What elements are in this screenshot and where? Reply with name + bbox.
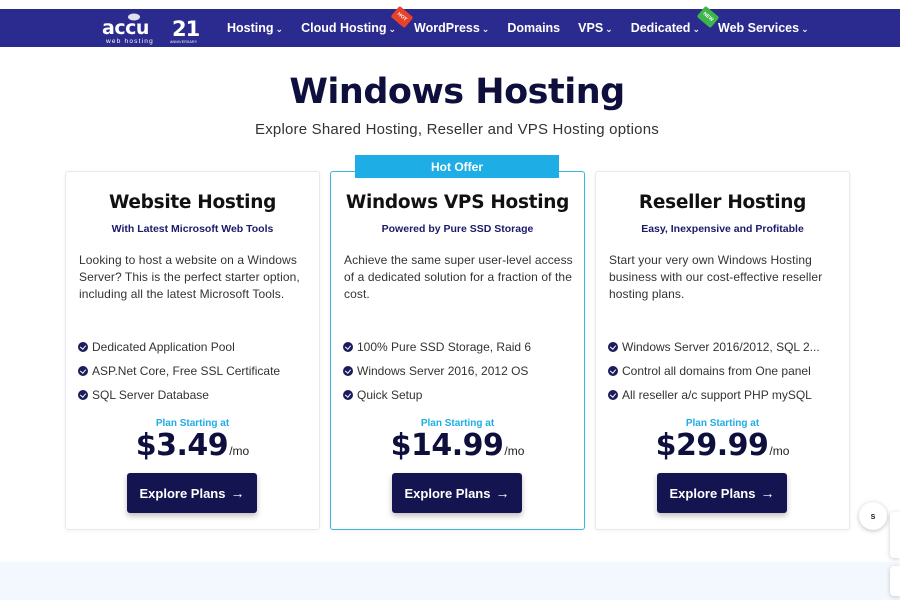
price: $14.99 — [390, 428, 504, 463]
plan-card-reseller-hosting: Reseller Hosting Easy, Inexpensive and P… — [595, 171, 850, 530]
explore-plans-button[interactable]: Explore Plans → — [657, 473, 787, 513]
nav-item-label: Cloud Hosting — [301, 21, 387, 35]
feature-item: Windows Server 2016/2012, SQL 2... — [608, 335, 846, 359]
side-widget-tab[interactable] — [890, 566, 900, 596]
logo-anniversary-text: ANNIVERSARY — [170, 40, 198, 44]
feature-list: Windows Server 2016/2012, SQL 2... Contr… — [608, 335, 846, 407]
button-label: Explore Plans — [404, 485, 491, 501]
price-period: /mo — [504, 444, 525, 458]
arrow-right-icon: → — [760, 485, 775, 501]
feature-text: Control all domains from One panel — [622, 364, 811, 378]
nav-item-web-services[interactable]: Web Services ⌄ — [709, 9, 818, 47]
nav-menu: Hosting ⌄ Cloud Hosting ⌄ HOT WordPress ⌄ D… — [218, 5, 818, 47]
feature-item: Windows Server 2016, 2012 OS — [343, 359, 581, 383]
main-navbar: accu web hosting 21 ANNIVERSARY Hosting ⌄… — [0, 5, 900, 47]
button-label: Explore Plans — [139, 485, 226, 501]
nav-item-label: VPS — [578, 21, 604, 35]
check-circle-icon — [78, 390, 88, 400]
check-circle-icon — [608, 342, 618, 352]
chevron-down-icon: ⌄ — [605, 23, 613, 34]
top-strip — [0, 0, 900, 9]
card-title: Reseller Hosting — [638, 192, 807, 213]
chevron-down-icon: ⌄ — [801, 23, 809, 34]
feature-text: Windows Server 2016, 2012 OS — [357, 364, 529, 378]
nav-item-label: Hosting — [227, 21, 274, 35]
chevron-down-icon: ⌄ — [388, 23, 397, 34]
arrow-right-icon: → — [495, 485, 510, 501]
card-description: Start your very own Windows Hosting busi… — [609, 253, 823, 301]
chevron-down-icon: ⌄ — [692, 23, 700, 34]
chevron-down-icon: ⌄ — [481, 23, 490, 34]
plan-card-windows-vps-hosting: Windows VPS Hosting Powered by Pure SSD … — [330, 171, 585, 530]
feature-item: 100% Pure SSD Storage, Raid 6 — [343, 335, 581, 359]
explore-plans-button[interactable]: Explore Plans → — [127, 473, 257, 513]
feature-text: 100% Pure SSD Storage, Raid 6 — [357, 340, 532, 354]
price-period: /mo — [769, 444, 790, 458]
page-title: Windows Hosting — [289, 72, 625, 112]
feature-item: SQL Server Database — [78, 383, 316, 407]
side-widget-tab[interactable] — [890, 512, 900, 558]
nav-item-hosting[interactable]: Hosting ⌄ — [218, 9, 292, 47]
card-description: Achieve the same super user-level access… — [344, 253, 573, 301]
next-section-band — [0, 562, 900, 600]
check-circle-icon — [78, 342, 88, 352]
nav-item-domains[interactable]: Domains — [498, 9, 569, 47]
nav-item-label: Web Services — [718, 21, 800, 35]
feature-text: Dedicated Application Pool — [92, 340, 235, 354]
feature-item: Dedicated Application Pool — [78, 335, 316, 359]
check-circle-icon — [343, 342, 353, 352]
price-row: $14.99/mo — [331, 428, 584, 463]
check-circle-icon — [78, 366, 88, 376]
nav-item-cloud-hosting[interactable]: Cloud Hosting ⌄ HOT — [292, 5, 414, 47]
feature-list: Dedicated Application Pool ASP.Net Core,… — [78, 335, 316, 407]
feature-text: Quick Setup — [357, 388, 423, 402]
nav-item-vps[interactable]: VPS ⌄ — [569, 9, 622, 47]
logo-tagline: web hosting — [105, 38, 154, 45]
check-circle-icon — [343, 390, 353, 400]
button-label: Explore Plans — [669, 485, 756, 501]
hot-offer-ribbon: Hot Offer — [355, 155, 559, 178]
feature-text: ASP.Net Core, Free SSL Certificate — [92, 364, 281, 378]
chevron-down-icon: ⌄ — [275, 23, 284, 34]
logo-wordmark: accu — [102, 17, 149, 39]
price-period: /mo — [229, 444, 250, 458]
price-row: $29.99/mo — [596, 428, 849, 463]
floating-action-button[interactable]: s — [859, 502, 887, 530]
explore-plans-button[interactable]: Explore Plans → — [392, 473, 522, 513]
card-tagline: With Latest Microsoft Web Tools — [111, 223, 274, 235]
nav-item-dedicated[interactable]: Dedicated ⌄ NEW — [622, 5, 720, 47]
feature-item: All reseller a/c support PHP mySQL — [608, 383, 846, 407]
nav-item-wordpress[interactable]: WordPress ⌄ — [405, 9, 498, 47]
card-description: Looking to host a website on a Windows S… — [79, 253, 300, 301]
card-tagline: Easy, Inexpensive and Profitable — [641, 223, 804, 235]
accu-logo[interactable]: accu web hosting 21 ANNIVERSARY — [100, 11, 210, 45]
feature-item: Control all domains from One panel — [608, 359, 846, 383]
plan-card-website-hosting: Website Hosting With Latest Microsoft We… — [65, 171, 320, 530]
price: $3.49 — [135, 428, 229, 463]
nav-item-label: Domains — [507, 21, 561, 35]
nav-item-label: Dedicated — [630, 21, 691, 35]
card-title: Windows VPS Hosting — [345, 192, 570, 213]
check-circle-icon — [343, 366, 353, 376]
page-subtitle: Explore Shared Hosting, Reseller and VPS… — [255, 121, 659, 138]
nav-item-label: WordPress — [414, 21, 480, 35]
feature-text: Windows Server 2016/2012, SQL 2... — [622, 340, 820, 354]
card-tagline: Powered by Pure SSD Storage — [381, 223, 534, 235]
feature-item: ASP.Net Core, Free SSL Certificate — [78, 359, 316, 383]
arrow-right-icon: → — [230, 485, 245, 501]
feature-list: 100% Pure SSD Storage, Raid 6 Windows Se… — [343, 335, 581, 407]
check-circle-icon — [608, 390, 618, 400]
price-row: $3.49/mo — [66, 428, 319, 463]
card-title: Website Hosting — [108, 192, 277, 213]
logo-anniversary-number: 21 — [172, 17, 200, 41]
price: $29.99 — [655, 428, 769, 463]
feature-text: SQL Server Database — [92, 388, 209, 402]
feature-text: All reseller a/c support PHP mySQL — [622, 388, 812, 402]
feature-item: Quick Setup — [343, 383, 581, 407]
check-circle-icon — [608, 366, 618, 376]
